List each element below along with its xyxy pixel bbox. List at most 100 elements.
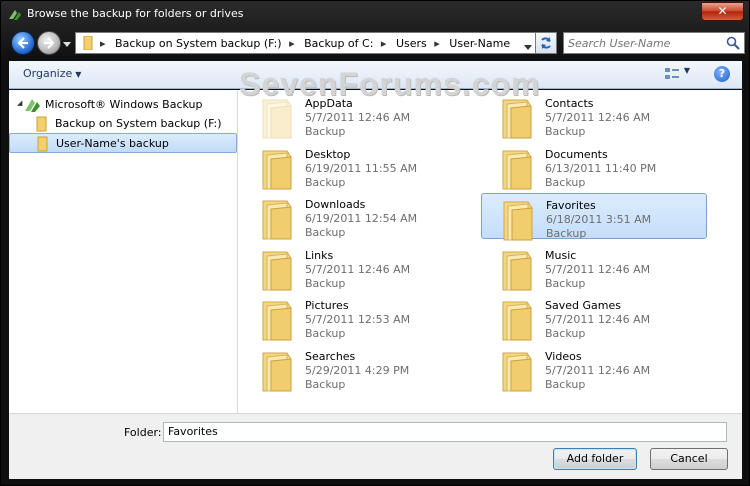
folder-item[interactable]: Links 5/7/2011 12:46 AM Backup xyxy=(241,244,467,290)
folder-item[interactable]: Favorites 6/18/2011 3:51 AM Backup xyxy=(481,193,707,241)
folder-icon xyxy=(257,147,297,194)
file-list: SevenForums.com AppData 5/7/2011 12:46 AM… xyxy=(239,66,742,413)
folder-name: AppData xyxy=(305,97,353,110)
search-icon[interactable] xyxy=(726,36,740,53)
recent-pages-dropdown[interactable] xyxy=(63,38,71,47)
expand-arrow-icon[interactable]: ◢ xyxy=(17,99,22,107)
folder-type: Backup xyxy=(305,377,346,391)
breadcrumb-users[interactable]: Users xyxy=(396,37,427,50)
folder-icon xyxy=(257,197,297,244)
folder-date: 5/7/2011 12:46 AM xyxy=(545,111,651,124)
folder-item[interactable]: Pictures 5/7/2011 12:53 AM Backup xyxy=(241,294,467,341)
folder-type: Backup xyxy=(545,377,586,391)
nav-item-user-backup[interactable]: User-Name's backup xyxy=(9,133,237,153)
folder-type: Backup xyxy=(305,276,346,290)
change-view-button[interactable] xyxy=(664,67,680,84)
navigation-row: ▸ Backup on System backup (F:) ▸ Backup … xyxy=(7,30,745,56)
folder-type: Backup xyxy=(305,125,346,138)
window-title: Browse the backup for folders or drives xyxy=(27,7,244,20)
folder-name: Saved Games xyxy=(545,299,621,312)
folder-item[interactable]: Searches 5/29/2011 4:29 PM Backup xyxy=(241,345,467,391)
title-bar: Browse the backup for folders or drives … xyxy=(1,1,749,29)
backup-app-icon xyxy=(7,7,23,23)
search-box[interactable] xyxy=(563,32,745,54)
folder-name: Favorites xyxy=(546,199,596,212)
folder-item[interactable]: Contacts 5/7/2011 12:46 AM Backup xyxy=(481,92,707,139)
organize-menu-button[interactable]: Organize ▼ xyxy=(23,67,81,80)
folder-label: Folder: xyxy=(124,426,162,439)
folder-icon xyxy=(497,248,537,295)
search-input[interactable] xyxy=(568,35,718,51)
folder-icon xyxy=(257,349,297,396)
folder-name: Downloads xyxy=(305,198,366,211)
folder-name: Videos xyxy=(545,349,582,363)
folder-item[interactable]: Documents 6/13/2011 11:40 PM Backup xyxy=(481,143,707,189)
folder-icon xyxy=(497,96,537,143)
folder-date: 5/7/2011 12:46 AM xyxy=(545,313,651,326)
folder-item[interactable]: Saved Games 5/7/2011 12:46 AM Backup xyxy=(481,294,707,341)
address-bar[interactable]: ▸ Backup on System backup (F:) ▸ Backup … xyxy=(75,32,537,54)
folder-name: Music xyxy=(545,248,577,262)
folder-name: Links xyxy=(305,248,334,262)
folder-type: Backup xyxy=(545,276,586,290)
add-folder-button[interactable]: Add folder xyxy=(553,448,637,470)
folder-date: 5/7/2011 12:46 AM xyxy=(545,262,651,276)
folder-name: Pictures xyxy=(305,299,349,312)
folder-name: Searches xyxy=(305,349,356,363)
breadcrumb-separator[interactable]: ▸ xyxy=(381,37,387,50)
back-button[interactable] xyxy=(11,31,35,55)
nav-item-label: Microsoft® Windows Backup xyxy=(45,98,203,111)
folder-type: Backup xyxy=(545,125,586,138)
folder-date: 6/19/2011 11:55 AM xyxy=(305,161,418,175)
forward-button[interactable] xyxy=(37,31,61,55)
views-dropdown-icon[interactable]: ▼ xyxy=(684,66,690,75)
nav-item-backup-drive[interactable]: Backup on System backup (F:) xyxy=(33,114,233,134)
dialog-footer: Folder: Favorites Add folder Cancel xyxy=(9,413,742,479)
folder-icon xyxy=(80,35,96,53)
folder-field[interactable]: Favorites xyxy=(163,422,727,442)
breadcrumb-backup-of-c[interactable]: Backup of C: xyxy=(304,37,373,50)
chevron-down-icon: ▼ xyxy=(75,70,82,79)
browse-backup-dialog: Browse the backup for folders or drives … xyxy=(0,0,750,486)
breadcrumb-separator[interactable]: ▸ xyxy=(100,37,106,50)
folder-type: Backup xyxy=(305,175,346,189)
folder-date: 5/7/2011 12:46 AM xyxy=(545,363,651,377)
help-button[interactable]: ? xyxy=(714,66,730,82)
folder-date: 6/18/2011 3:51 AM xyxy=(546,213,652,226)
folder-icon xyxy=(34,136,50,155)
folder-item[interactable]: Music 5/7/2011 12:46 AM Backup xyxy=(481,244,707,290)
folder-type: Backup xyxy=(305,327,346,340)
folder-type: Backup xyxy=(546,227,587,240)
folder-name: Desktop xyxy=(305,147,351,161)
breadcrumb-backup-drive[interactable]: Backup on System backup (F:) xyxy=(115,37,282,50)
folder-icon xyxy=(257,96,297,143)
breadcrumb: ▸ Backup on System backup (F:) ▸ Backup … xyxy=(100,37,514,50)
nav-item-label: Backup on System backup (F:) xyxy=(55,117,222,130)
breadcrumb-user-name[interactable]: User-Name xyxy=(449,37,510,50)
content-area: ◢ Microsoft® Windows Backup Backup on Sy… xyxy=(9,66,742,413)
folder-type: Backup xyxy=(545,327,586,340)
organize-label: Organize xyxy=(23,67,73,80)
breadcrumb-separator[interactable]: ▸ xyxy=(434,37,440,50)
folder-type: Backup xyxy=(545,175,586,189)
folder-item[interactable]: Videos 5/7/2011 12:46 AM Backup xyxy=(481,345,707,391)
close-button[interactable]: ✕ xyxy=(701,2,744,21)
address-dropdown-icon[interactable] xyxy=(524,41,532,54)
folder-icon xyxy=(497,298,537,345)
folder-date: 6/13/2011 11:40 PM xyxy=(545,161,657,175)
nav-item-windows-backup[interactable]: Microsoft® Windows Backup xyxy=(23,95,233,115)
navigation-pane: ◢ Microsoft® Windows Backup Backup on Sy… xyxy=(9,90,238,413)
breadcrumb-separator[interactable]: ▸ xyxy=(289,37,295,50)
cancel-button[interactable]: Cancel xyxy=(650,448,728,470)
folder-date: 5/29/2011 4:29 PM xyxy=(305,363,410,377)
folder-date: 6/19/2011 12:54 AM xyxy=(305,212,418,225)
folder-date: 5/7/2011 12:46 AM xyxy=(305,111,411,124)
folder-item[interactable]: Desktop 6/19/2011 11:55 AM Backup xyxy=(241,143,467,189)
folder-name: Contacts xyxy=(545,97,594,110)
refresh-button[interactable] xyxy=(535,32,557,54)
folder-date: 5/7/2011 12:46 AM xyxy=(305,262,411,276)
folder-item[interactable]: AppData 5/7/2011 12:46 AM Backup xyxy=(241,92,467,139)
folder-icon xyxy=(497,147,537,194)
folder-name: Documents xyxy=(545,147,608,161)
folder-item[interactable]: Downloads 6/19/2011 12:54 AM Backup xyxy=(241,193,467,240)
